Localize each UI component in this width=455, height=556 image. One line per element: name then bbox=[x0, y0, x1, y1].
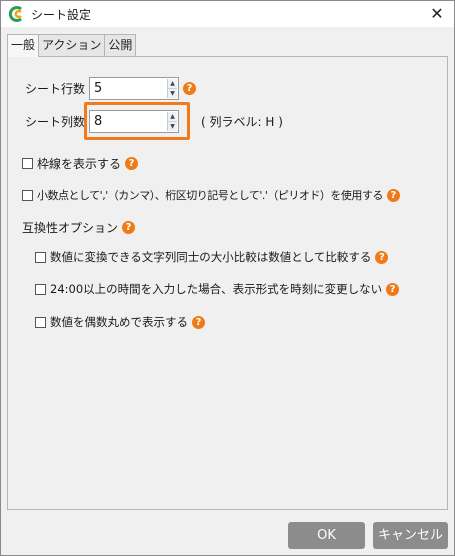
help-icon[interactable]: ? bbox=[183, 82, 196, 95]
compat-label-3: 数値を偶数丸めで表示する bbox=[50, 315, 188, 329]
help-icon[interactable]: ? bbox=[386, 282, 400, 296]
sheet-rows-arrows: ▲ ▼ bbox=[167, 79, 177, 98]
grid-lines-label: 枠線を表示する bbox=[37, 157, 122, 171]
sheet-rows-stepper[interactable]: 5 ▲ ▼ bbox=[89, 77, 179, 100]
decimal-checkbox[interactable] bbox=[22, 189, 33, 201]
compat-label-1: 数値に変換できる文字列同士の大小比較は数値として比較する bbox=[50, 250, 372, 264]
help-icon[interactable]: ? bbox=[125, 157, 139, 170]
increment-icon[interactable]: ▲ bbox=[168, 79, 177, 89]
compat-heading-row: 互換性オプション ? bbox=[22, 219, 136, 236]
column-label-note: ( 列ラベル: H ) bbox=[201, 115, 283, 129]
sheet-rows-label: シート行数 bbox=[25, 82, 86, 96]
grid-lines-checkbox[interactable] bbox=[22, 158, 33, 169]
compat-label-2: 24:00以上の時間を入力した場合、表示形式を時刻に変更しない bbox=[50, 282, 383, 296]
sheet-rows-row: シート行数 5 ▲ ▼ ? bbox=[25, 77, 196, 100]
help-icon[interactable]: ? bbox=[386, 188, 400, 202]
compat-checkbox-3[interactable] bbox=[35, 316, 46, 328]
cancel-button[interactable]: キャンセル bbox=[373, 522, 448, 549]
sheet-rows-value[interactable]: 5 bbox=[94, 81, 102, 96]
title-bar: シート設定 ✕ bbox=[1, 1, 454, 27]
help-icon[interactable]: ? bbox=[192, 315, 205, 329]
compat-checkbox-2[interactable] bbox=[35, 283, 46, 295]
window-title: シート設定 bbox=[31, 8, 92, 22]
sheet-cols-label: シート列数 bbox=[25, 115, 86, 129]
compat-option-1[interactable]: 数値に変換できる文字列同士の大小比較は数値として比較する ? bbox=[35, 249, 389, 265]
decimal-option[interactable]: 小数点として','（カンマ）、桁区切り記号として'.'（ピリオド）を使用する ? bbox=[22, 187, 400, 203]
help-icon[interactable]: ? bbox=[122, 221, 136, 234]
compat-option-3[interactable]: 数値を偶数丸めで表示する ? bbox=[35, 314, 205, 330]
highlight-frame bbox=[84, 102, 190, 140]
help-icon[interactable]: ? bbox=[375, 250, 389, 264]
compat-heading: 互換性オプション bbox=[22, 221, 119, 235]
settings-dialog: シート設定 ✕ 一般 アクション 公開 シート行数 5 ▲ ▼ ? シート列数 … bbox=[0, 0, 455, 556]
tab-action[interactable]: アクション bbox=[38, 34, 106, 56]
app-logo-icon bbox=[8, 6, 22, 22]
compat-checkbox-1[interactable] bbox=[35, 251, 46, 263]
tab-publish[interactable]: 公開 bbox=[104, 34, 137, 56]
close-icon[interactable]: ✕ bbox=[426, 3, 448, 25]
decrement-icon[interactable]: ▼ bbox=[168, 89, 177, 98]
compat-option-2[interactable]: 24:00以上の時間を入力した場合、表示形式を時刻に変更しない ? bbox=[35, 281, 400, 297]
ok-button[interactable]: OK bbox=[288, 522, 365, 549]
grid-lines-option[interactable]: 枠線を表示する ? bbox=[22, 155, 139, 172]
decimal-label: 小数点として','（カンマ）、桁区切り記号として'.'（ピリオド）を使用する bbox=[37, 189, 383, 202]
tab-general[interactable]: 一般 bbox=[7, 34, 40, 57]
tab-bar: 一般 アクション 公開 bbox=[7, 34, 137, 57]
